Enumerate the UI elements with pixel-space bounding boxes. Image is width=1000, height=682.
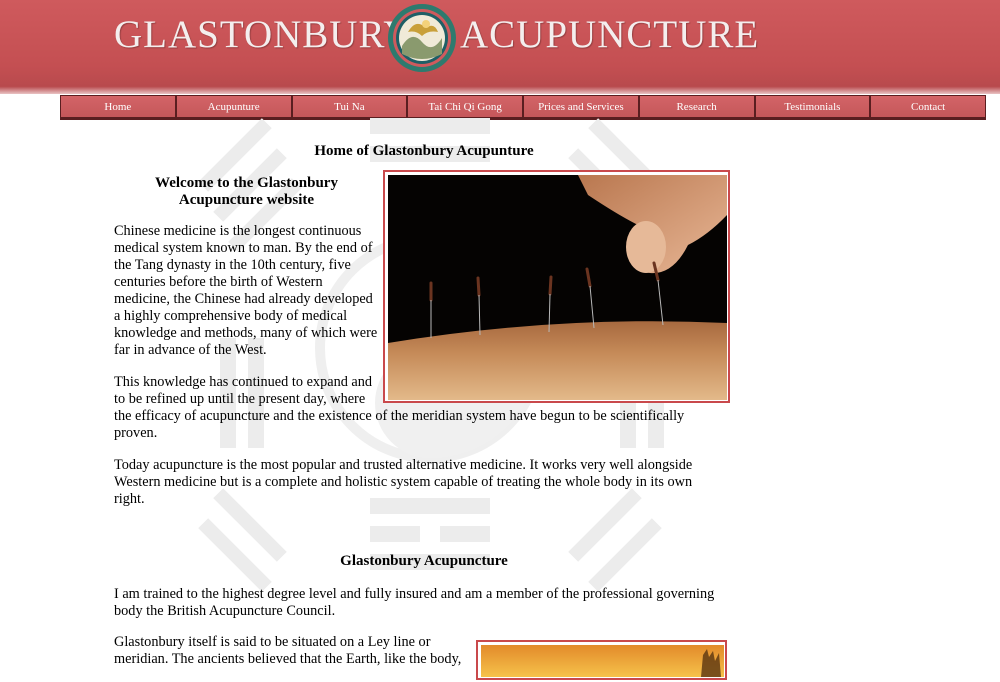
nav-item-tai-chi-qi-gong[interactable]: Tai Chi Qi Gong [408,96,522,117]
site-header: GLASTONBURY ACUPUNCTURE [0,0,1000,94]
section-heading: Glastonbury Acupuncture [340,553,508,569]
popularity-paragraph: Today acupuncture is the most popular an… [114,457,693,507]
nav-item-tui-na[interactable]: Tui Na [292,96,407,117]
nav-item-contact[interactable]: Contact [871,96,985,117]
nav-item-testimonials[interactable]: Testimonials [755,96,870,117]
knowledge-paragraph-end: the efficacy of acupuncture and the exis… [114,408,685,441]
ley-line-paragraph: Glastonbury itself is said to be situate… [114,634,462,667]
page-title: Home of Glastonbury Acupunture [314,143,534,159]
knowledge-paragraph-start: This knowledge has continued to expand a… [114,374,373,407]
sunset-image [481,645,724,677]
intro-paragraph: Chinese medicine is the longest continuo… [114,223,378,358]
acupuncture-needles-photo [383,170,730,403]
logo-title-left[interactable]: GLASTONBURY [114,12,413,57]
nav-item-prices-services[interactable]: Prices and Services [524,96,638,117]
logo-title-right[interactable]: ACUPUNCTURE [460,12,759,57]
needles-image [388,175,727,400]
sunset-photo [476,640,727,680]
nav-item-research[interactable]: Research [639,96,754,117]
credentials-paragraph: I am trained to the highest degree level… [114,586,715,619]
nav-item-home[interactable]: Home [61,96,175,117]
main-nav: Home Acupunture Tui Na Tai Chi Qi Gong P… [60,95,986,120]
nav-item-acupuncture[interactable]: Acupunture [176,96,291,117]
welcome-heading: Welcome to the Glastonbury Acupuncture w… [155,175,338,208]
logo-emblem-icon[interactable] [386,2,458,74]
